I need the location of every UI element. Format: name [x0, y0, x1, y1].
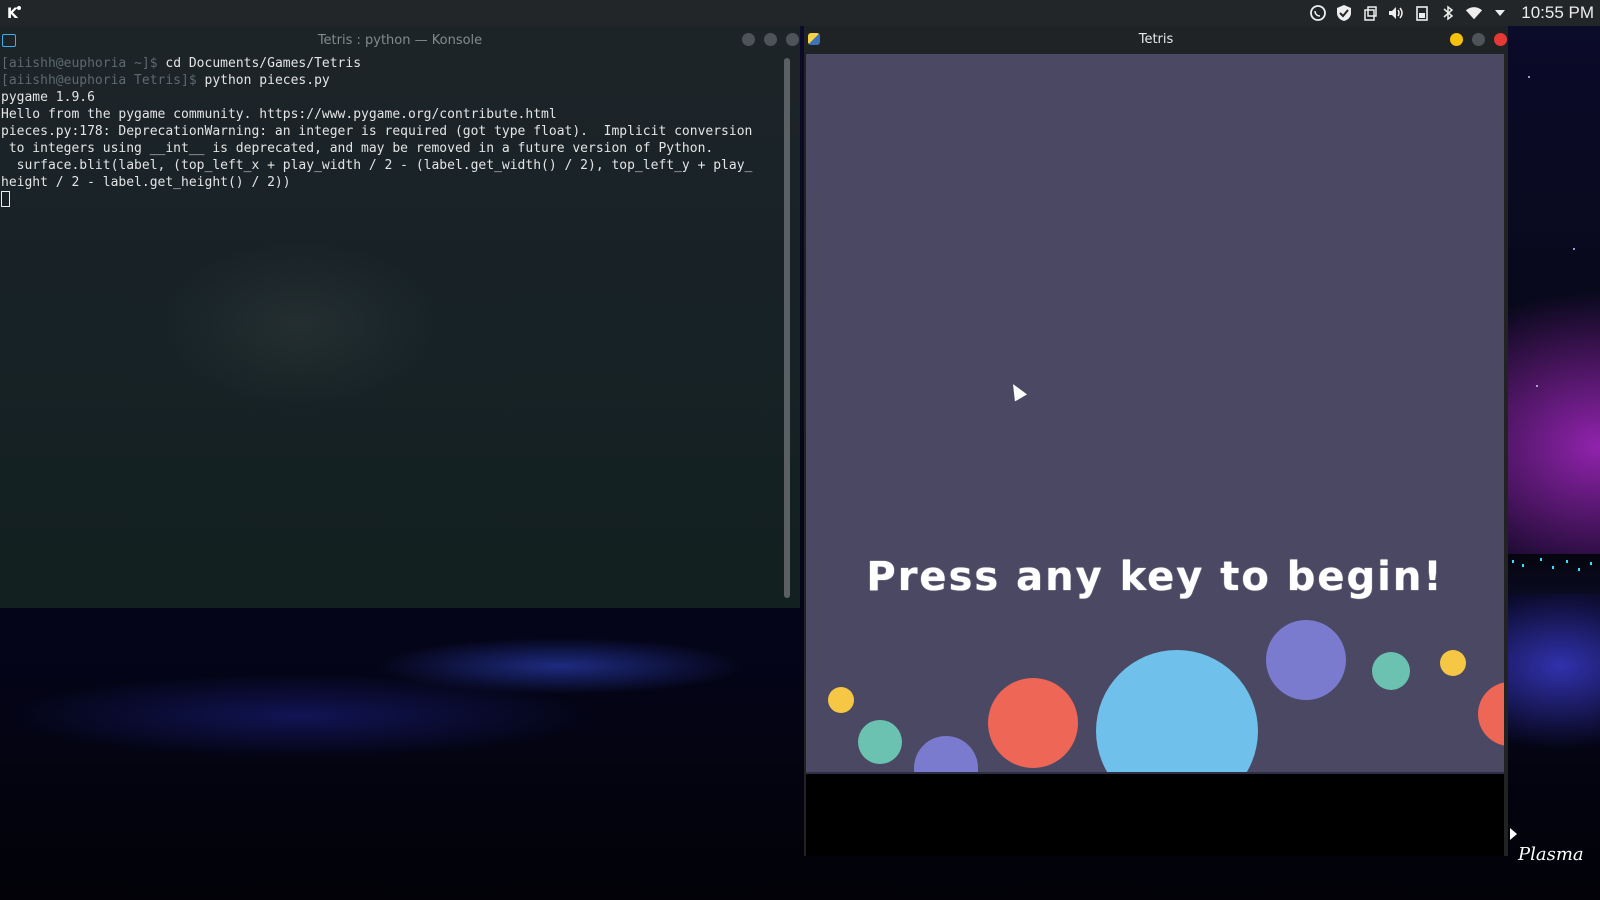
panel-expand-arrow-icon[interactable]	[1510, 828, 1517, 840]
decor-bubble	[1266, 620, 1346, 700]
city-silhouette	[1508, 554, 1600, 594]
output-line: height / 2 - label.get_height() / 2))	[1, 175, 291, 190]
game-lower-area	[806, 772, 1504, 856]
command-text: python pieces.py	[196, 73, 330, 88]
whatsapp-icon[interactable]	[1309, 4, 1327, 22]
kde-launcher-icon[interactable]: K	[4, 2, 26, 24]
battery-icon[interactable]	[1413, 4, 1431, 22]
tetris-window: Tetris Press any key to begin!	[804, 26, 1508, 856]
konsole-scrollbar[interactable]	[784, 58, 790, 598]
minimize-button[interactable]	[742, 33, 755, 46]
bluetooth-icon[interactable]	[1439, 4, 1457, 22]
star	[1528, 76, 1530, 78]
star	[1536, 385, 1538, 387]
prompt: [aiishh@euphoria Tetris]$	[1, 73, 197, 88]
window-title: Tetris	[1138, 32, 1174, 47]
tetris-titlebar[interactable]: Tetris	[804, 26, 1508, 54]
star	[1573, 248, 1575, 250]
volume-icon[interactable]	[1387, 4, 1405, 22]
close-button[interactable]	[1494, 33, 1507, 46]
maximize-button[interactable]	[1472, 33, 1485, 46]
wifi-icon[interactable]	[1465, 4, 1483, 22]
plasma-watermark: Plasma	[1518, 844, 1584, 865]
clock[interactable]: 10:55 PM	[1521, 3, 1594, 23]
decor-bubble	[1096, 650, 1258, 772]
window-controls	[742, 33, 799, 46]
konsole-titlebar[interactable]: Tetris : python — Konsole	[0, 26, 800, 54]
konsole-window: Tetris : python — Konsole [aiishh@euphor…	[0, 26, 800, 608]
minimize-button[interactable]	[1450, 33, 1463, 46]
clipboard-icon[interactable]	[1361, 4, 1379, 22]
output-line: to integers using __int__ is deprecated,…	[1, 141, 714, 156]
output-line: Hello from the pygame community. https:/…	[1, 107, 557, 122]
game-canvas[interactable]: Press any key to begin!	[806, 54, 1504, 772]
output-line: pygame 1.9.6	[1, 90, 95, 105]
decor-bubble	[988, 678, 1078, 768]
decor-bubble	[828, 687, 854, 713]
text-cursor	[1, 191, 10, 207]
decor-bubble	[1372, 652, 1410, 690]
prompt: [aiishh@euphoria ~]$	[1, 56, 158, 71]
shield-icon[interactable]	[1335, 4, 1353, 22]
decor-bubble	[1478, 682, 1504, 746]
terminal-output[interactable]: [aiishh@euphoria ~]$ cd Documents/Games/…	[0, 54, 777, 609]
window-controls	[1450, 33, 1507, 46]
output-line: surface.blit(label, (top_left_x + play_w…	[1, 158, 753, 173]
command-text: cd Documents/Games/Tetris	[157, 56, 362, 71]
output-line: pieces.py:178: DeprecationWarning: an in…	[1, 124, 753, 139]
start-message: Press any key to begin!	[866, 554, 1444, 600]
window-title: Tetris : python — Konsole	[317, 32, 483, 48]
system-tray: 10:55 PM	[1309, 0, 1594, 26]
decor-bubble	[1440, 650, 1466, 676]
decor-bubble	[858, 720, 902, 764]
top-panel: K 10:55 PM	[0, 0, 1600, 26]
decor-bubble	[914, 736, 978, 772]
expand-arrow-icon[interactable]	[1491, 4, 1509, 22]
close-button[interactable]	[786, 33, 799, 46]
maximize-button[interactable]	[764, 33, 777, 46]
